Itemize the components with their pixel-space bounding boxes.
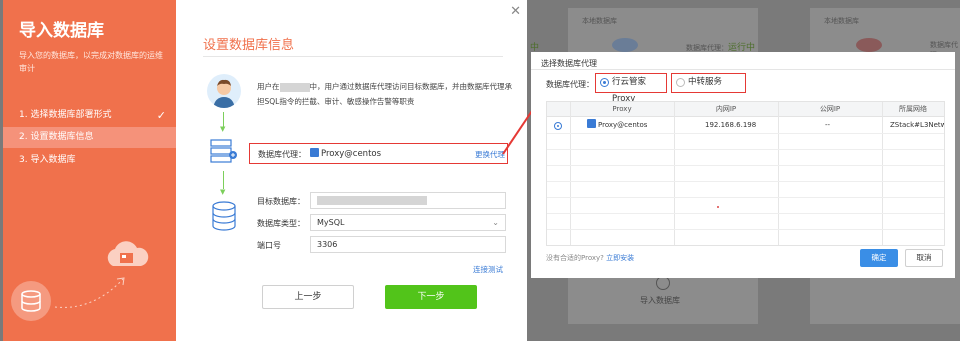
redacted-text: [279, 82, 310, 92]
arrow-down-icon: ▼: [220, 188, 226, 196]
divider: [882, 102, 883, 245]
db-type-value: MySQL: [317, 218, 345, 227]
arrow-down-icon: ▼: [220, 125, 226, 133]
divider: [547, 165, 944, 166]
proxy-label: 数据库代理：: [258, 150, 306, 159]
divider: [778, 102, 779, 245]
cancel-button[interactable]: 取消: [905, 249, 943, 267]
proxy-table: Proxy 内网IP 公网IP 所属网络 Proxy@centos 192.16…: [546, 101, 945, 246]
proxy-icon: [587, 119, 596, 128]
radio-icon: [676, 78, 685, 87]
proxy-explanation: 用户在 中，用户通过数据库代理访问目标数据库，并由数据库代理承担SQL指令的拦截、…: [257, 82, 512, 106]
network-cell: ZStack#L3Network: [890, 121, 944, 129]
install-hint: 没有合适的Proxy? 立即安装: [546, 254, 635, 262]
port-label: 端口号: [257, 241, 281, 250]
wizard-main: ✕ 设置数据库信息 用户在 中，用户通过数据库代理访问目标数据库，并由数据库代理承…: [176, 0, 527, 341]
proxy-value: Proxy@centos: [310, 148, 381, 159]
proxy-icon: [310, 148, 319, 157]
divider: [547, 149, 944, 150]
port-value: 3306: [317, 240, 338, 249]
proxy-selection-row: 数据库代理： Proxy@centos 更换代理: [249, 143, 508, 164]
step-1[interactable]: 1. 选择数据库部署形式 ✓: [3, 105, 176, 126]
wizard-description: 导入您的数据库，以完成对数据库的运维审计: [19, 51, 163, 73]
divider: [570, 102, 571, 245]
connector-line: [223, 171, 224, 189]
database-icon: [11, 281, 51, 321]
table-header: Proxy 内网IP 公网IP 所属网络: [547, 102, 944, 117]
divider: [531, 69, 955, 70]
port-input[interactable]: 3306: [310, 236, 506, 253]
proxy-type-label: 数据库代理：: [546, 80, 594, 89]
db-type-label: 数据库类型：: [257, 219, 305, 228]
column-header: 公网IP: [819, 105, 841, 113]
proxy-cell: Proxy@centos: [587, 119, 647, 132]
target-db-input[interactable]: [310, 192, 506, 209]
ok-button[interactable]: 确定: [860, 249, 898, 267]
db-type-select[interactable]: MySQL ⌄: [310, 214, 506, 231]
column-header: 内网IP: [715, 105, 737, 113]
public-ip-cell: --: [825, 121, 831, 129]
wizard-title: 导入数据库: [19, 21, 104, 41]
step-label: 1. 选择数据库部署形式: [19, 110, 112, 120]
radio-selected-icon[interactable]: [554, 122, 562, 130]
option-label: 中转服务: [688, 77, 723, 87]
prev-button[interactable]: 上一步: [262, 285, 354, 309]
card-caption: 本地数据库: [582, 17, 617, 25]
step-3[interactable]: 3. 导入数据库: [3, 150, 176, 171]
target-database-icon: [212, 201, 236, 231]
db-thumb-icon: [612, 38, 638, 52]
proxy-server-icon: [210, 139, 237, 163]
user-avatar-icon: [207, 74, 241, 108]
page-title: 设置数据库信息: [203, 38, 295, 53]
step-2[interactable]: 2. 设置数据库信息: [3, 127, 176, 148]
dialog-title: 选择数据库代理: [541, 59, 597, 68]
close-icon[interactable]: ✕: [510, 4, 521, 19]
db-thumb-icon: [856, 38, 882, 52]
divider: [547, 133, 944, 134]
import-db-label[interactable]: 导入数据库: [640, 295, 680, 306]
divider: [203, 56, 503, 57]
divider: [547, 181, 944, 182]
marker-dot: [717, 206, 719, 208]
option-cloud-proxy[interactable]: 行云管家Proxy: [595, 73, 667, 104]
column-header: Proxy: [612, 105, 632, 113]
add-icon[interactable]: [656, 276, 670, 290]
option-relay-service[interactable]: 中转服务: [671, 73, 746, 93]
intranet-ip-cell: 192.168.6.198: [705, 121, 757, 129]
chevron-down-icon: ⌄: [492, 218, 499, 227]
column-header: 所属网络: [899, 105, 927, 113]
install-now-link[interactable]: 立即安装: [606, 254, 634, 262]
screen: 本地数据库 数据库代理：运行中 本地数据库 数据库代理： 中 导入数据库 导入数…: [0, 0, 960, 341]
import-wizard: 导入数据库 导入您的数据库，以完成对数据库的运维审计 1. 选择数据库部署形式 …: [3, 0, 527, 341]
select-proxy-dialog: 选择数据库代理 数据库代理： 行云管家Proxy 中转服务 Proxy 内网IP…: [531, 52, 955, 278]
target-db-label: 目标数据库：: [257, 197, 305, 206]
divider: [547, 213, 944, 214]
option-label: 行云管家Proxy: [612, 77, 647, 104]
wizard-sidebar: 导入数据库 导入您的数据库，以完成对数据库的运维审计 1. 选择数据库部署形式 …: [3, 0, 176, 341]
dashed-path-icon: [54, 277, 125, 308]
cloud-icon: [107, 241, 149, 266]
divider: [674, 102, 675, 245]
test-connection-link[interactable]: 连接测试: [473, 264, 503, 275]
card-caption: 本地数据库: [824, 17, 859, 25]
radio-selected-icon: [600, 78, 609, 87]
divider: [547, 197, 944, 198]
divider: [547, 229, 944, 230]
next-button[interactable]: 下一步: [385, 285, 477, 309]
check-icon: ✓: [156, 109, 166, 122]
step-label: 3. 导入数据库: [19, 155, 76, 165]
redacted-text: [317, 196, 427, 205]
step-label: 2. 设置数据库信息: [19, 132, 94, 142]
